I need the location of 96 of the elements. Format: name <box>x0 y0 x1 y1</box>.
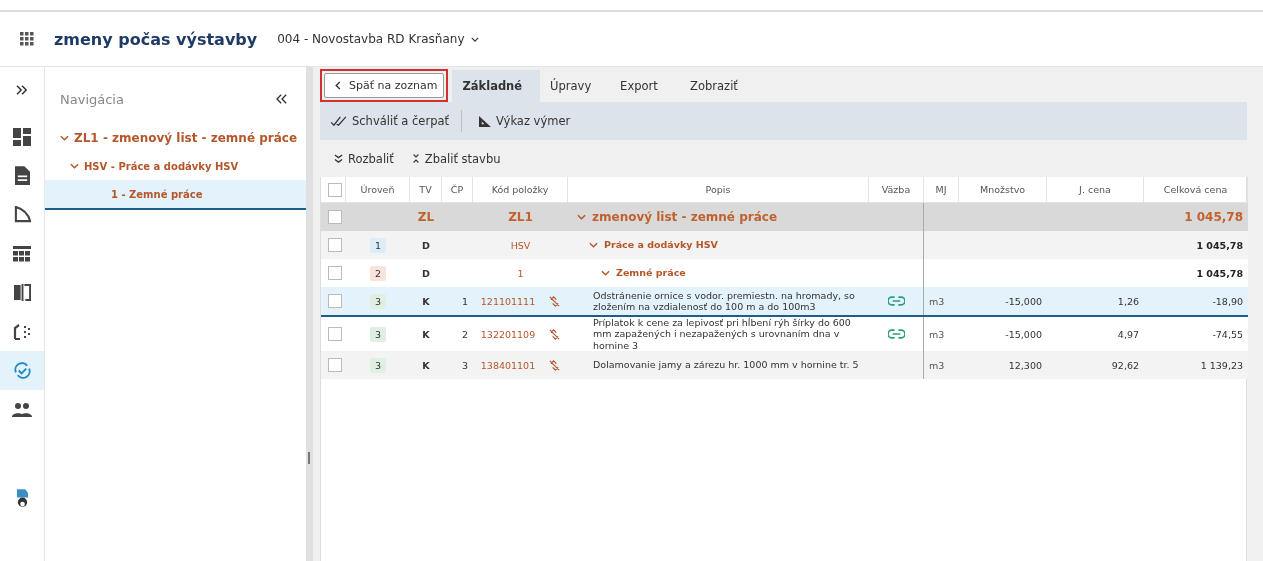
compare-icon <box>13 284 31 301</box>
item-code: 138401101 <box>480 359 536 371</box>
item-code: 132201109 <box>480 328 536 340</box>
row-checkbox[interactable] <box>328 358 342 373</box>
navigation-title: Navigácia <box>60 91 124 107</box>
description-text: Dolamovanie jamy a zárezu hr. 1000 mm v hornine tr. 5 <box>593 359 859 371</box>
type-text: K <box>422 295 430 307</box>
unit-price-text: 92,62 <box>1111 359 1139 371</box>
total-price-text: 1 139,23 <box>1200 359 1243 371</box>
total-price-text: 1 045,78 <box>1196 267 1243 279</box>
unit-text: m3 <box>929 359 945 371</box>
item-code: 1 <box>517 267 524 279</box>
document-icon <box>14 166 30 185</box>
chevron-down-icon[interactable] <box>589 242 598 248</box>
collapse-panel-icon[interactable] <box>276 94 288 104</box>
select-all-checkbox[interactable] <box>328 182 342 197</box>
chevron-down-icon <box>471 36 480 42</box>
user-badge-icon[interactable] <box>15 489 29 508</box>
item-code: 121101111 <box>480 295 536 307</box>
unit-text: m3 <box>929 328 945 340</box>
quantity-text: -15,000 <box>1005 328 1042 340</box>
item-code: HSV <box>510 239 531 251</box>
row-checkbox[interactable] <box>328 266 342 280</box>
toolbar-button[interactable]: Schváliť a čerpať <box>328 114 451 128</box>
action-button[interactable]: Rozbaliť <box>332 151 396 166</box>
row-checkbox[interactable] <box>328 294 342 308</box>
collapse-arrows-icon <box>411 153 420 164</box>
action-button[interactable]: Zbaliť stavbu <box>409 151 503 166</box>
item-code: ZL1 <box>508 210 533 224</box>
back-button[interactable]: Späť na zoznam <box>324 73 445 98</box>
description-text: zmenový list - zemné práce <box>592 209 778 225</box>
double-chevron-down-icon <box>334 154 343 163</box>
tree-item[interactable]: 1 - Zemné práce <box>45 180 306 210</box>
type-text: D <box>422 239 430 251</box>
dashboard-icon <box>13 127 31 146</box>
expand-rail-icon[interactable] <box>16 85 28 95</box>
broken-link-icon[interactable] <box>549 328 561 340</box>
table-row[interactable]: 1 D HSV Práce a dodávky HSV 1 045,78 <box>321 231 1248 259</box>
chevron-down-icon[interactable] <box>601 270 610 276</box>
quantity-text: 12,300 <box>1008 359 1042 371</box>
total-price-text: 1 045,78 <box>1196 239 1243 251</box>
table-icon <box>13 245 31 262</box>
total-price-text: 1 045,78 <box>1184 210 1243 224</box>
chevron-down-icon <box>60 135 69 141</box>
chevron-down-icon <box>70 163 79 169</box>
broken-link-icon[interactable] <box>549 359 561 371</box>
level-badge: 2 <box>370 265 386 281</box>
apps-grid-icon[interactable] <box>20 32 34 46</box>
unit-price-text: 1,26 <box>1117 295 1139 307</box>
triangle-ruler-icon <box>13 206 31 223</box>
tab[interactable]: Úpravy <box>540 70 611 102</box>
total-price-text: -18,90 <box>1212 295 1243 307</box>
unit-price-text: 4,97 <box>1117 328 1139 340</box>
project-dropdown[interactable]: 004 - Novostavba RD Krasňany <box>277 32 480 46</box>
total-price-text: -74,55 <box>1212 328 1243 340</box>
toolbar-button[interactable]: Výkaz výmer <box>476 114 573 128</box>
item-number: 1 <box>461 295 468 307</box>
app-title: zmeny počas výstavby <box>54 29 258 49</box>
tree-item[interactable]: ZL1 - zmenový list - zemné práce <box>45 124 306 152</box>
tab[interactable]: Základné <box>452 70 541 102</box>
tree-item-label: ZL1 - zmenový list - zemné práce <box>74 131 298 145</box>
description-text: Odstránenie ornice s vodor. premiestn. na hromady, so zložením na vzdialenosť do 100 m a do 100m3 <box>593 289 856 313</box>
tree-item-label: HSV - Práce a dodávky HSV <box>84 160 239 172</box>
row-checkbox[interactable] <box>328 238 342 252</box>
description-text: Zemné práce <box>616 267 686 279</box>
table-row[interactable]: 3 K 1 121101111 Odstránenie ornice s vodor. premiestn. na hromady, so zložením na vzdialenosť do 100 m a do 100m3 m3 -15,000 1,26 -18,90 <box>321 287 1248 317</box>
table-row[interactable]: 3 K 3 138401101 Dolamovanie jamy a zárezu hr. 1000 mm v hornine tr. 5 m3 12,300 92,62 1 139,23 <box>321 351 1248 380</box>
type-text: ZL <box>417 210 435 224</box>
item-number: 2 <box>461 328 468 340</box>
tree-item-label: 1 - Zemné práce <box>111 188 203 200</box>
row-checkbox[interactable] <box>328 327 342 342</box>
description-text: Práce a dodávky HSV <box>604 239 718 251</box>
tab[interactable]: Zobraziť <box>680 70 756 102</box>
broken-link-icon[interactable] <box>549 295 561 307</box>
type-text: D <box>422 267 430 279</box>
level-badge: 3 <box>370 293 386 309</box>
level-badge: 3 <box>370 326 386 342</box>
chevron-left-icon <box>335 81 341 90</box>
sync-check-icon <box>12 361 32 380</box>
type-text: K <box>422 359 430 371</box>
double-check-icon <box>330 115 347 127</box>
level-badge: 3 <box>370 357 386 373</box>
link-icon[interactable] <box>887 296 905 306</box>
quantity-text: -15,000 <box>1005 295 1042 307</box>
link-icon[interactable] <box>887 329 905 340</box>
row-checkbox[interactable] <box>328 210 342 224</box>
tab[interactable]: Export <box>610 70 681 102</box>
people-icon <box>12 402 32 417</box>
level-badge: 1 <box>370 237 386 253</box>
item-number: 3 <box>461 359 468 371</box>
chevron-down-icon[interactable] <box>577 214 586 220</box>
description-text: Príplatok k cene za lepivosť pri hĺbení rýh šírky do 600 mm zapažených i nezapažených s urovnaním dna v hornine 3 <box>593 317 852 352</box>
floor-plan-icon <box>13 323 31 340</box>
tree-item[interactable]: HSV - Práce a dodávky HSV <box>45 152 306 180</box>
type-text: K <box>422 328 430 340</box>
unit-text: m3 <box>929 295 945 307</box>
